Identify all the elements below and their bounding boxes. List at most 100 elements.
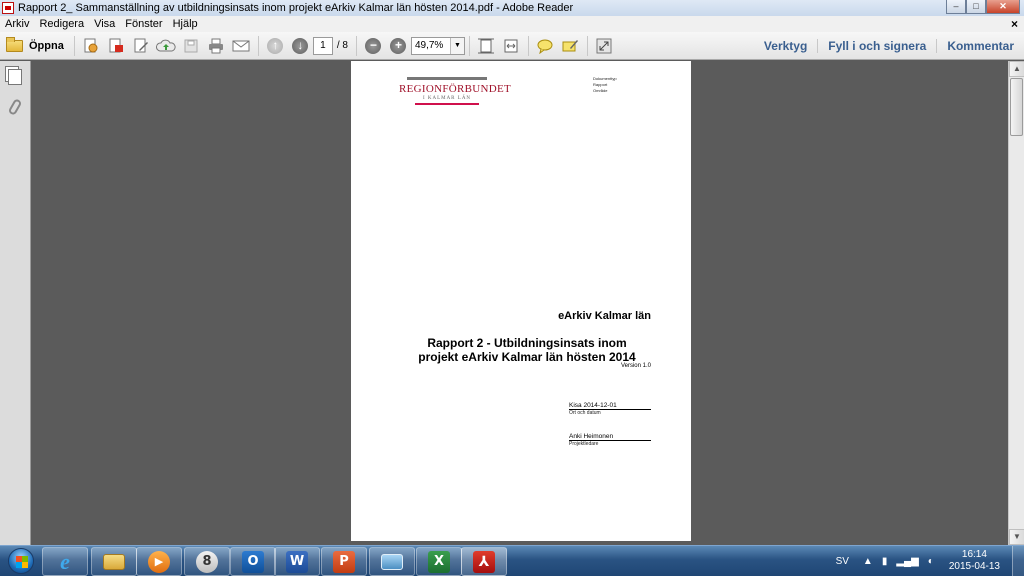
- comment-link[interactable]: Kommentar: [936, 39, 1024, 53]
- excel-icon: X: [428, 550, 450, 573]
- taskbar-windows-explorer[interactable]: [91, 547, 137, 576]
- arrow-down-icon: ↓: [292, 37, 309, 54]
- menu-visa[interactable]: Visa: [89, 18, 120, 30]
- taskbar-photo-viewer[interactable]: [369, 547, 415, 576]
- highlighter-icon: [562, 39, 579, 51]
- pdf-page: REGIONFÖRBUNDET I KALMAR LÄN Dokumenttyp…: [351, 61, 691, 541]
- taskbar-adobe-reader[interactable]: ⅄: [461, 547, 507, 576]
- open-button[interactable]: Öppna: [0, 35, 70, 57]
- expand-icon: [596, 38, 612, 53]
- toolbar-separator: [73, 35, 75, 56]
- taskbar-excel[interactable]: X: [416, 547, 462, 576]
- outlook-icon: O: [242, 550, 264, 573]
- page-thumbnails-icon[interactable]: [8, 69, 22, 85]
- highlight-button[interactable]: [558, 35, 582, 57]
- regionforbundet-logo: REGIONFÖRBUNDET I KALMAR LÄN: [399, 77, 511, 105]
- tools-link[interactable]: Verktyg: [754, 39, 817, 53]
- window-title: Rapport 2_ Sammanställning av utbildning…: [18, 2, 574, 14]
- close-document-button[interactable]: ×: [1011, 17, 1018, 31]
- taskbar-word[interactable]: W: [274, 547, 320, 576]
- envelope-icon: [232, 40, 250, 51]
- page-total: / 8: [336, 40, 348, 51]
- menu-fonster[interactable]: Fönster: [120, 18, 167, 30]
- document-meta: Dokumenttyp Rapport Område: [593, 76, 617, 94]
- email-button[interactable]: [229, 35, 253, 57]
- print-button[interactable]: [204, 35, 228, 57]
- zoom-out-button[interactable]: −: [361, 35, 385, 57]
- open-label: Öppna: [29, 39, 64, 52]
- fit-width-button[interactable]: [499, 35, 523, 57]
- save-button[interactable]: [179, 35, 203, 57]
- adobe-reader-icon: [2, 2, 14, 14]
- page-number-input[interactable]: 1: [312, 36, 333, 55]
- internet-explorer-icon: e: [60, 548, 70, 574]
- scroll-up-icon[interactable]: ▲: [1009, 61, 1024, 77]
- fit-page-button[interactable]: [474, 35, 498, 57]
- fill-and-sign-link[interactable]: Fyll i och signera: [817, 39, 936, 53]
- chevron-down-icon[interactable]: ▼: [449, 37, 464, 54]
- signer-block: Anki Heimonen Projektledare: [569, 433, 651, 447]
- task-pane-links: Verktyg Fyll i och signera Kommentar: [754, 32, 1024, 60]
- menu-arkiv[interactable]: Arkiv: [0, 18, 34, 30]
- scroll-down-icon[interactable]: ▼: [1009, 529, 1024, 545]
- taskbar-media-player[interactable]: ▶: [136, 547, 182, 576]
- plus-icon: +: [390, 37, 407, 54]
- menu-redigera[interactable]: Redigera: [34, 18, 89, 30]
- scroll-thumb[interactable]: [1010, 78, 1023, 136]
- comment-bubble-icon: [537, 39, 553, 54]
- show-desktop-button[interactable]: [1012, 546, 1024, 576]
- start-button[interactable]: [3, 546, 39, 576]
- document-title-line2: projekt eArkiv Kalmar län hösten 2014: [418, 350, 636, 364]
- taskbar-powerpoint[interactable]: P: [321, 547, 367, 576]
- taskbar-keepass[interactable]: 8: [184, 547, 230, 576]
- maximize-button[interactable]: □: [966, 0, 986, 14]
- cloud-upload-icon: [156, 39, 176, 51]
- minus-icon: −: [365, 37, 382, 54]
- signer-name: Anki Heimonen: [569, 433, 651, 441]
- edit-pdf-icon: [134, 38, 149, 52]
- place-date-block: Kisa 2014-12-01 Ort och datum: [569, 402, 651, 416]
- word-icon: W: [286, 550, 308, 573]
- toolbar-separator: [257, 35, 259, 56]
- previous-page-button[interactable]: ↑: [263, 35, 287, 57]
- paperclip-icon[interactable]: [7, 98, 23, 116]
- minimize-button[interactable]: –: [946, 0, 966, 14]
- show-hidden-icons-icon[interactable]: ▲: [863, 556, 873, 567]
- full-screen-button[interactable]: [592, 35, 616, 57]
- keepass-icon: 8: [196, 550, 218, 573]
- sticky-note-button[interactable]: [533, 35, 557, 57]
- zoom-select[interactable]: 49,7% ▼: [410, 36, 465, 55]
- create-pdf-button[interactable]: [79, 35, 103, 57]
- folder-icon: [103, 553, 125, 570]
- network-signal-icon[interactable]: ▂▄▆: [896, 556, 918, 567]
- taskbar: e ▶ 8 O W P X ⅄ SV ▲ ▮ ▂▄▆ ◐ 16:14 2015-…: [0, 545, 1024, 576]
- photo-viewer-icon: [381, 553, 403, 570]
- taskbar-outlook[interactable]: O: [230, 547, 276, 576]
- save-icon: [184, 39, 198, 52]
- create-pdf-icon: [84, 38, 98, 52]
- vertical-scrollbar[interactable]: ▲ ▼: [1008, 61, 1024, 545]
- meta-area: Område: [593, 88, 608, 93]
- edit-pdf-button[interactable]: [129, 35, 153, 57]
- document-title-line1: Rapport 2 - Utbildningsinsats inom: [427, 336, 627, 350]
- document-version: Version 1.0: [620, 363, 651, 369]
- taskbar-internet-explorer[interactable]: e: [42, 547, 88, 576]
- clock[interactable]: 16:14 2015-04-13: [949, 549, 1000, 573]
- document-project-name: eArkiv Kalmar län: [558, 310, 651, 322]
- battery-icon[interactable]: ▮: [882, 556, 888, 567]
- document-viewport[interactable]: REGIONFÖRBUNDET I KALMAR LÄN Dokumenttyp…: [32, 61, 1008, 545]
- menu-hjalp[interactable]: Hjälp: [168, 18, 203, 30]
- toolbar: Öppna ↑ ↓ 1 / 8 − + 49,7% ▼ Verktyg Fyll…: [0, 32, 1024, 60]
- powerpoint-icon: P: [333, 550, 355, 573]
- upload-cloud-button[interactable]: [154, 35, 178, 57]
- zoom-in-button[interactable]: +: [386, 35, 410, 57]
- toolbar-separator: [527, 35, 529, 56]
- close-button[interactable]: ✕: [986, 0, 1020, 14]
- convert-pdf-button[interactable]: [104, 35, 128, 57]
- volume-muted-icon[interactable]: ◐: [928, 556, 934, 567]
- logo-bar-top: [407, 77, 487, 80]
- next-page-button[interactable]: ↓: [288, 35, 312, 57]
- language-indicator[interactable]: SV: [836, 556, 849, 567]
- menu-bar: Arkiv Redigera Visa Fönster Hjälp ×: [0, 16, 1024, 32]
- window-controls: – □ ✕: [946, 0, 1020, 14]
